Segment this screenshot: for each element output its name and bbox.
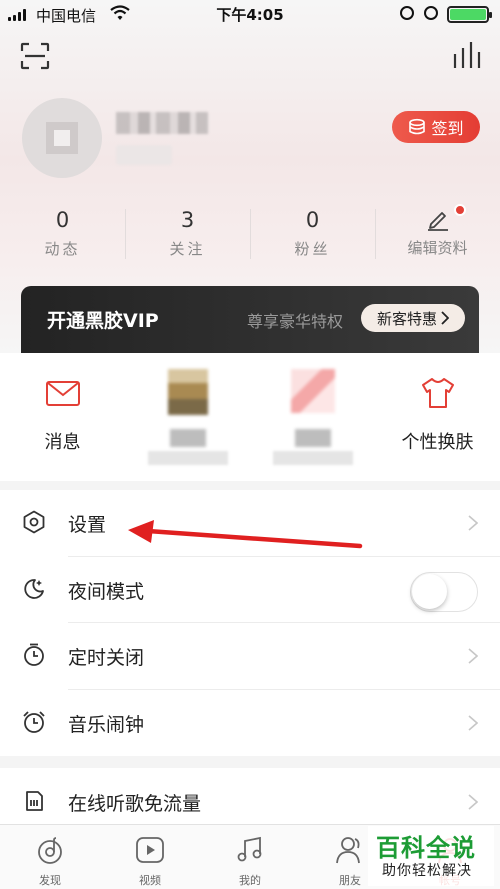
watermark: 百科全说 助你轻松解决 (368, 826, 494, 886)
stat-followers[interactable]: 0 粉丝 (250, 203, 375, 263)
notification-dot (454, 204, 466, 216)
pixelated-label (294, 429, 331, 447)
coins-icon (409, 118, 426, 135)
tab-mine[interactable]: 我的 (200, 825, 300, 889)
timer-icon (24, 643, 44, 666)
alarm-icon (23, 710, 45, 733)
watermark-title: 百科全说 (376, 834, 476, 862)
watermark-subtitle: 助你轻松解决 (382, 863, 472, 879)
vip-banner[interactable]: 开通黑胶VIP 尊享豪华特权 新客特惠 (21, 286, 479, 354)
checkin-label: 签到 (431, 119, 464, 138)
moon-icon (24, 578, 44, 599)
quick-messages[interactable]: 消息 (0, 353, 125, 481)
stat-posts-count: 0 (55, 208, 70, 232)
tab-discover[interactable]: 发现 (0, 825, 100, 889)
tab-discover-label: 发现 (39, 874, 61, 887)
stat-followers-count: 0 (305, 208, 320, 232)
chevron-right-icon (468, 515, 478, 531)
tshirt-icon (421, 378, 454, 408)
stat-posts-label: 动态 (44, 240, 81, 258)
stat-posts[interactable]: 0 动态 (0, 203, 125, 263)
vip-title: 开通黑胶VIP (47, 310, 159, 332)
pixelated-thumbnail (290, 369, 335, 413)
scan-icon[interactable] (20, 42, 50, 70)
stat-followers-label: 粉丝 (294, 240, 331, 258)
stat-following[interactable]: 3 关注 (125, 203, 250, 263)
pixelated-sublabel (147, 451, 228, 465)
menu-item-settings-label: 设置 (68, 514, 107, 536)
play-icon (136, 837, 164, 863)
music-chart-icon[interactable] (452, 40, 482, 70)
menu-item-free-data[interactable]: 在线听歌免流量 (0, 768, 500, 828)
menu-item-night-mode-label: 夜间模式 (68, 580, 145, 603)
user-level-badge-pixelated (116, 145, 172, 165)
pencil-icon (427, 212, 448, 231)
profile-stats: 0 动态 3 关注 0 粉丝 编辑资料 (0, 203, 500, 263)
quick-theme[interactable]: 个性换肤 (375, 353, 500, 481)
quick-actions: 消息 个性换肤 (0, 353, 500, 481)
menu-item-night-mode: 夜间模式 (0, 557, 500, 623)
settings-hexagon-icon (23, 510, 45, 534)
night-mode-toggle[interactable] (410, 571, 478, 612)
edit-profile-label: 编辑资料 (407, 239, 468, 257)
battery-icon (447, 6, 492, 23)
chevron-right-icon (441, 311, 449, 325)
vip-offer-button[interactable]: 新客特惠 (361, 304, 465, 332)
quick-item-pixelated-2[interactable] (250, 353, 375, 481)
chevron-right-icon (468, 648, 478, 664)
menu-item-sleep-timer[interactable]: 定时关闭 (0, 623, 500, 690)
pixelated-sublabel (272, 451, 353, 465)
tab-video[interactable]: 视频 (100, 825, 200, 889)
quick-messages-label: 消息 (44, 432, 81, 453)
annotation-arrow (128, 520, 363, 549)
menu-item-sleep-timer-label: 定时关闭 (68, 647, 145, 669)
menu-item-music-alarm[interactable]: 音乐闹钟 (0, 690, 500, 757)
quick-item-pixelated-1[interactable] (125, 353, 250, 481)
avatar[interactable] (22, 98, 102, 178)
menu-item-free-data-label: 在线听歌免流量 (68, 793, 202, 815)
tab-video-label: 视频 (139, 874, 161, 887)
quick-theme-label: 个性换肤 (401, 432, 474, 453)
chevron-right-icon (468, 794, 478, 810)
edit-profile-button[interactable]: 编辑资料 (375, 203, 500, 263)
chevron-right-icon (468, 714, 478, 731)
friends-icon (336, 837, 360, 864)
pixelated-label (169, 429, 206, 447)
netease-logo-icon (38, 837, 62, 864)
music-note-icon (237, 836, 262, 862)
rotation-lock-icon (400, 6, 414, 20)
mail-icon (45, 381, 80, 406)
pixelated-thumbnail (167, 369, 208, 415)
vip-offer-label: 新客特惠 (376, 309, 437, 328)
tab-mine-label: 我的 (239, 874, 261, 887)
vip-description: 尊享豪华特权 (247, 312, 344, 331)
alarm-status-icon (424, 6, 438, 20)
menu-item-music-alarm-label: 音乐闹钟 (68, 713, 145, 736)
status-bar: 中国电信 下午4:05 (0, 0, 500, 28)
stat-following-label: 关注 (169, 240, 206, 258)
username-pixelated[interactable] (116, 112, 208, 134)
stat-following-count: 3 (180, 208, 195, 232)
sim-card-icon (26, 791, 43, 811)
checkin-button[interactable]: 签到 (392, 111, 480, 143)
